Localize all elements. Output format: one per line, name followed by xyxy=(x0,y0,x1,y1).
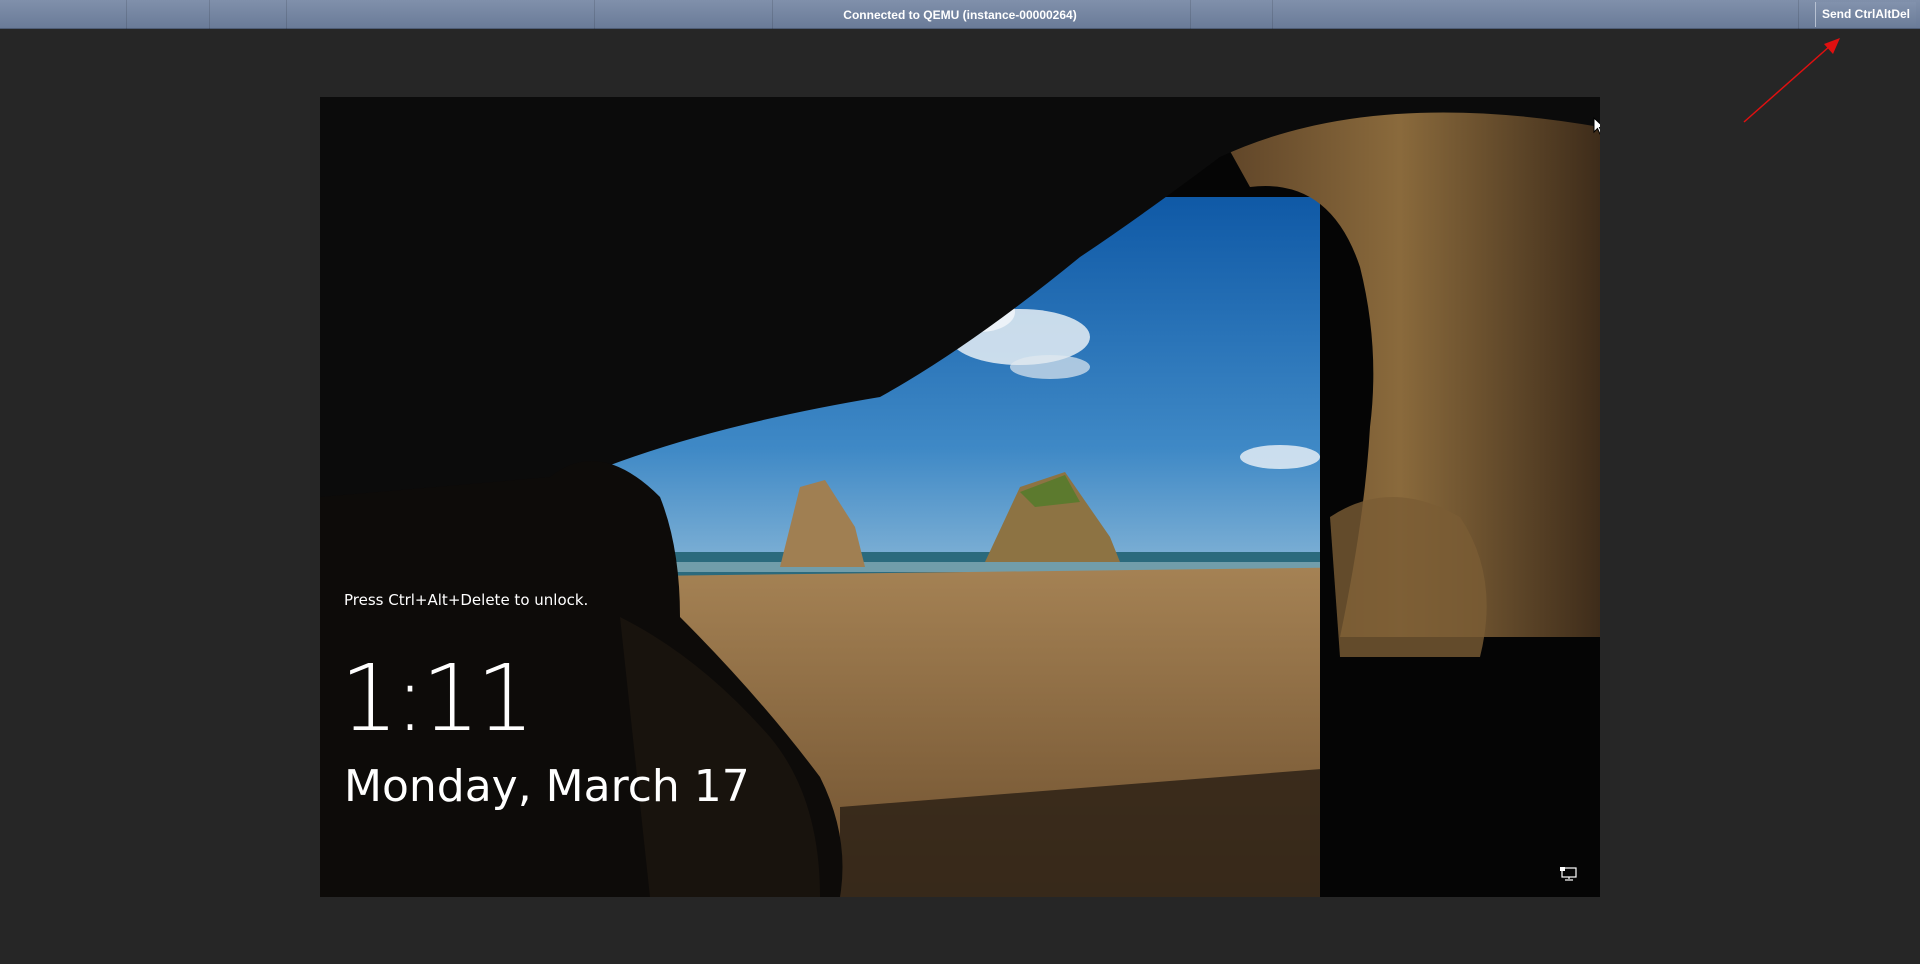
lock-clock: 1:11 xyxy=(340,645,535,752)
annotation-arrow xyxy=(1743,38,1840,123)
console-toolbar: Connected to QEMU (instance-00000264) Se… xyxy=(0,0,1920,29)
network-status-icon[interactable] xyxy=(1560,867,1578,881)
connection-status: Connected to QEMU (instance-00000264) xyxy=(843,8,1077,22)
lock-date: Monday, March 17 xyxy=(344,761,750,812)
unlock-hint: Press Ctrl+Alt+Delete to unlock. xyxy=(344,591,589,609)
mouse-pointer-icon xyxy=(1593,117,1600,135)
send-ctrl-alt-del-button[interactable]: Send CtrlAltDel xyxy=(1814,2,1916,27)
remote-screen[interactable]: Press Ctrl+Alt+Delete to unlock. 1:11 Mo… xyxy=(320,97,1600,897)
